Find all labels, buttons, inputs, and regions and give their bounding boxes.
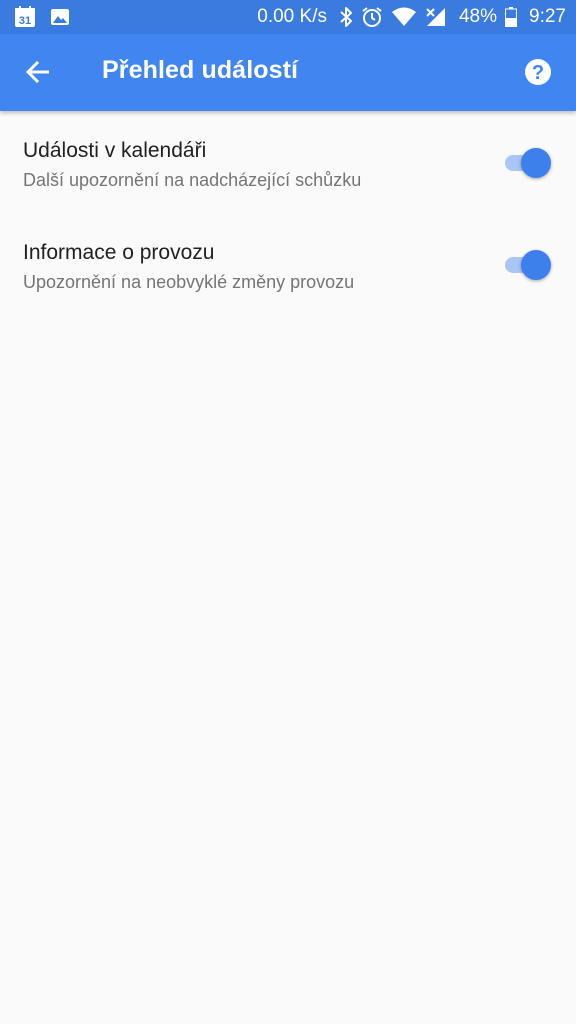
help-button[interactable]: ? (514, 48, 562, 96)
back-button[interactable] (14, 48, 62, 96)
battery-icon (505, 7, 518, 27)
image-icon (50, 7, 70, 27)
cellular-icon (425, 7, 447, 27)
net-speed: 0.00 K/s (257, 6, 327, 27)
toggle-thumb (521, 148, 551, 178)
svg-text:?: ? (532, 62, 544, 84)
calendar-icon: 31 (14, 6, 36, 28)
arrow-back-icon (25, 59, 51, 85)
help-icon: ? (524, 58, 552, 86)
setting-row-calendar-events[interactable]: Události v kalendáři Další upozornění na… (0, 120, 576, 220)
traffic-info-toggle[interactable] (503, 250, 551, 280)
clock: 9:27 (529, 6, 566, 27)
setting-title: Informace o provozu (23, 241, 215, 264)
setting-subtitle: Upozornění na neobvyklé změny provozu (23, 272, 355, 292)
bluetooth-icon (339, 6, 353, 28)
calendar-day: 31 (19, 15, 31, 27)
setting-row-traffic-info[interactable]: Informace o provozu Upozornění na neobvy… (0, 222, 576, 322)
setting-title: Události v kalendáři (23, 139, 207, 162)
app-bar: Přehled událostí ? (0, 34, 576, 111)
alarm-icon (361, 6, 383, 28)
system-status: 0.00 K/s 48% 9:27 (257, 0, 566, 34)
setting-subtitle: Další upozornění na nadcházející schůzku (23, 170, 362, 190)
wifi-icon (391, 7, 417, 27)
status-bar: 31 0.00 K/s 48% 9:27 (0, 0, 576, 34)
page-title: Přehled událostí (102, 56, 299, 84)
calendar-events-toggle[interactable] (503, 148, 551, 178)
notification-icons: 31 (14, 6, 70, 28)
toggle-thumb (521, 250, 551, 280)
battery-percent: 48% (458, 6, 498, 27)
